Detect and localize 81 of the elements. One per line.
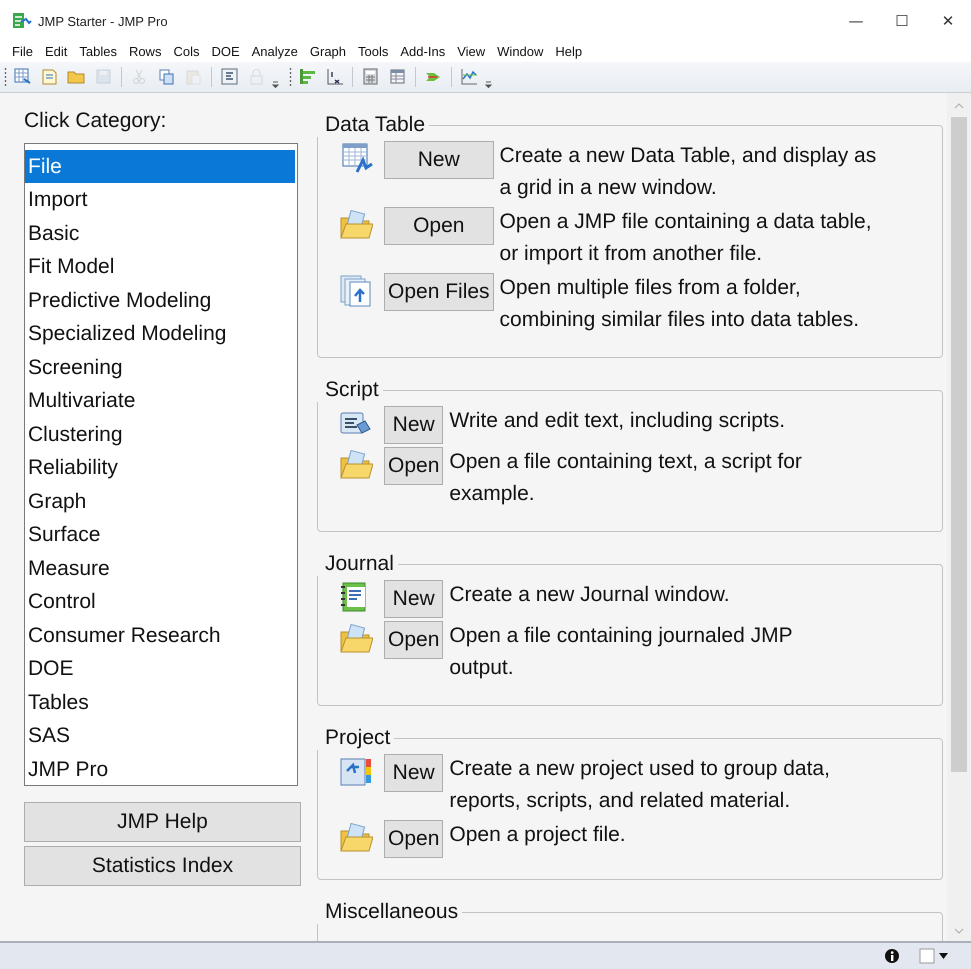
- action-button[interactable]: Open: [384, 620, 444, 659]
- overflow-icon: [485, 80, 492, 88]
- maximize-button[interactable]: ☐: [879, 0, 925, 42]
- menu-item[interactable]: File: [6, 44, 39, 60]
- color-dropdown-icon[interactable]: [919, 948, 949, 964]
- bar-chart-icon[interactable]: [298, 67, 317, 86]
- category-item[interactable]: Multivariate: [25, 384, 295, 418]
- panel-heading: Click Category:: [24, 108, 168, 134]
- close-button[interactable]: ✕: [925, 0, 971, 42]
- action-description: Open multiple files from a folder, combining similar files into data tables.: [500, 274, 860, 333]
- menu-item[interactable]: Analyze: [246, 44, 304, 60]
- category-item[interactable]: Import: [25, 183, 295, 217]
- menu-item[interactable]: Graph: [304, 44, 352, 60]
- section-title: Data Table: [317, 112, 430, 137]
- action-button[interactable]: New: [384, 140, 494, 179]
- action-description: Write and edit text, including scripts.: [449, 408, 786, 434]
- menu-item[interactable]: DOE: [205, 44, 246, 60]
- folder-icon: [339, 208, 373, 241]
- menu-item[interactable]: Tools: [352, 44, 394, 60]
- overflow-icon: [272, 80, 279, 88]
- action-button[interactable]: New: [384, 754, 444, 792]
- script-icon[interactable]: [220, 67, 239, 86]
- menu-item[interactable]: Add-Ins: [394, 44, 452, 60]
- category-item[interactable]: Measure: [25, 552, 295, 586]
- app-logo-icon: [12, 12, 32, 30]
- folder-icon: [339, 622, 373, 655]
- action-button[interactable]: Open: [384, 206, 494, 245]
- window-title: JMP Starter - JMP Pro: [38, 14, 169, 28]
- category-item[interactable]: SAS: [25, 719, 295, 753]
- category-item[interactable]: Basic: [25, 216, 295, 250]
- menu-item[interactable]: Cols: [167, 44, 206, 60]
- section-title: Journal: [317, 552, 398, 576]
- copy-icon[interactable]: [157, 67, 176, 86]
- action-description: Create a new project used to group data, reports, scripts, and related material.: [449, 756, 831, 814]
- line-chart-icon[interactable]: [460, 67, 479, 86]
- table-icon[interactable]: [13, 67, 32, 86]
- action-description: Open a file containing journaled JMP output.: [449, 622, 794, 681]
- info-icon[interactable]: [885, 949, 899, 964]
- help-button[interactable]: Statistics Index: [24, 846, 301, 886]
- menu-item[interactable]: Help: [549, 44, 588, 60]
- action-button[interactable]: Open: [384, 820, 444, 858]
- action-button[interactable]: Open Files: [384, 272, 494, 311]
- category-item[interactable]: Reliability: [25, 451, 295, 485]
- menu-item[interactable]: Window: [491, 44, 550, 60]
- action-description: Create a new Data Table, and display as a grid in a new window.: [500, 142, 878, 201]
- axes-icon[interactable]: [325, 67, 344, 86]
- action-description: Open a JMP file containing a data table, or import it from another file.: [500, 208, 873, 267]
- table-icon[interactable]: [388, 67, 407, 86]
- section-title: Miscellaneous: [317, 900, 462, 924]
- folder-icon: [339, 820, 373, 854]
- action-description: Create a new Journal window.: [449, 582, 731, 608]
- category-item[interactable]: Screening: [25, 350, 295, 384]
- folder-icon: [339, 448, 373, 481]
- section-title: Script: [317, 378, 383, 402]
- help-button[interactable]: JMP Help: [24, 802, 301, 842]
- category-item[interactable]: DOE: [25, 652, 295, 686]
- action-description: Open a project file.: [449, 822, 627, 848]
- category-item[interactable]: Graph: [25, 484, 295, 518]
- menu-item[interactable]: View: [451, 44, 492, 60]
- category-item[interactable]: Control: [25, 585, 295, 619]
- category-item[interactable]: Predictive Modeling: [25, 284, 295, 318]
- menu-item[interactable]: Tables: [73, 44, 123, 60]
- new-file-icon[interactable]: [40, 67, 59, 86]
- action-button[interactable]: Open: [384, 446, 444, 485]
- category-item[interactable]: Surface: [25, 518, 295, 552]
- section-title: Project: [317, 726, 394, 750]
- minimize-button[interactable]: —: [833, 0, 879, 42]
- menu-item[interactable]: Edit: [38, 44, 74, 60]
- calculator-icon[interactable]: [361, 67, 380, 86]
- action-button[interactable]: New: [384, 406, 444, 444]
- category-item[interactable]: Specialized Modeling: [25, 317, 295, 351]
- action-button[interactable]: New: [384, 580, 444, 618]
- category-item[interactable]: Tables: [25, 686, 295, 720]
- category-item[interactable]: Fit Model: [25, 250, 295, 284]
- files-icon: [339, 274, 373, 307]
- action-description: Open a file containing text, a script for example.: [449, 448, 803, 507]
- category-item[interactable]: JMP Pro: [25, 752, 295, 786]
- menu-item[interactable]: Rows: [122, 44, 168, 60]
- category-item[interactable]: Clustering: [25, 418, 295, 452]
- category-item[interactable]: Consumer Research: [25, 618, 295, 652]
- category-item[interactable]: File: [25, 150, 295, 184]
